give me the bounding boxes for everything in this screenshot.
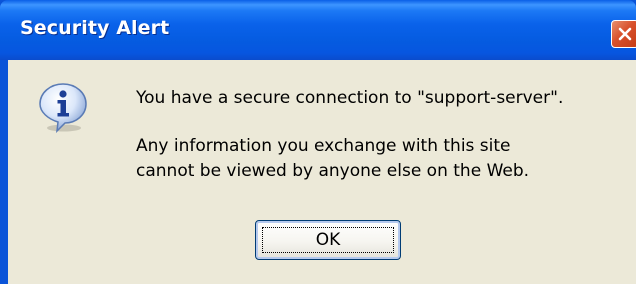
window-title: Security Alert (20, 17, 170, 39)
secure-connection-message: You have a secure connection to "support… (136, 88, 564, 108)
security-alert-window: Security Alert You have a secure connect… (0, 0, 636, 284)
title-bar[interactable]: Security Alert (0, 0, 636, 60)
info-message-line-1: Any information you exchange with this s… (136, 136, 511, 156)
info-message-line-2: cannot be viewed by anyone else on the W… (136, 161, 530, 181)
ok-button[interactable]: OK (255, 220, 401, 260)
close-button[interactable] (611, 20, 636, 48)
information-icon (39, 83, 87, 133)
ok-button-label: OK (315, 230, 341, 250)
dialog-body: You have a secure connection to "support… (8, 60, 636, 284)
close-icon (618, 27, 632, 41)
